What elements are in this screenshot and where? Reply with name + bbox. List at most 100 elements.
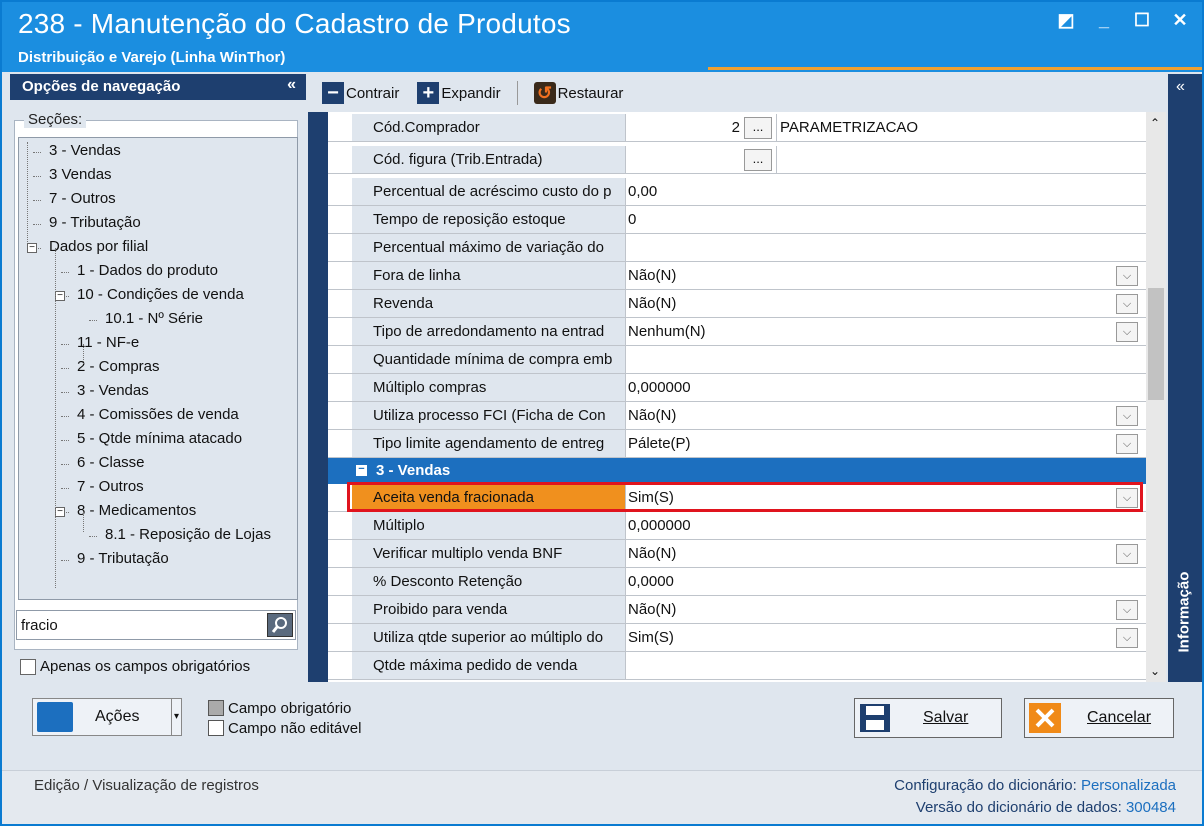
scroll-up-icon[interactable]: ⌃ <box>1150 116 1160 130</box>
chevron-down-icon[interactable]: ⌵ <box>1116 294 1138 314</box>
section-collapse-icon[interactable]: − <box>356 464 367 476</box>
maximize-button[interactable]: ☐ <box>1132 10 1152 30</box>
chevron-down-icon[interactable]: ⌵ <box>1116 322 1138 342</box>
checkbox-box[interactable] <box>20 658 36 675</box>
grid-row-value[interactable]: Sim(S) ⌵ <box>626 624 1146 651</box>
grid-row[interactable]: Utiliza processo FCI (Ficha de Con Não(N)… <box>328 402 1146 430</box>
contrair-button[interactable]: − Contrair <box>316 80 405 106</box>
grid-row-value[interactable]: Não(N) ⌵ <box>626 402 1146 429</box>
tree-item[interactable]: 6 - Classe <box>77 454 145 471</box>
tree-item[interactable]: 3 Vendas <box>49 166 112 183</box>
grid-row[interactable]: Tempo de reposição estoque 0 <box>328 206 1146 234</box>
grid-row[interactable]: Proibido para venda Não(N) ⌵ <box>328 596 1146 624</box>
chevron-down-icon[interactable]: ⌵ <box>1116 628 1138 648</box>
restaurar-button[interactable]: ↺ Restaurar <box>528 80 630 106</box>
window-controls: ◩ _ ☐ ✕ <box>1056 10 1190 30</box>
chevron-down-icon[interactable]: ⌵ <box>1116 266 1138 286</box>
grid-row[interactable]: Verificar multiplo venda BNF Não(N) ⌵ <box>328 540 1146 568</box>
grid-row-value-text: Pálete(P) <box>628 435 691 452</box>
minimize-button[interactable]: _ <box>1094 10 1114 30</box>
tree-item[interactable]: 10 - Condições de venda <box>77 286 244 303</box>
chevron-down-icon[interactable]: ⌵ <box>1116 406 1138 426</box>
grid-row[interactable]: Múltiplo 0,000000 <box>328 512 1146 540</box>
section-header[interactable]: −3 - Vendas <box>328 458 1146 484</box>
lookup-button[interactable]: ... <box>744 117 772 139</box>
grid-row-value[interactable] <box>626 346 1146 373</box>
sections-tree[interactable]: 3 - Vendas 3 Vendas 7 - Outros 9 - Tributaç… <box>18 137 298 600</box>
tree-item[interactable]: 11 - NF-e <box>77 334 139 351</box>
collapse-nav-icon[interactable]: « <box>287 76 296 94</box>
chevron-down-icon[interactable]: ⌵ <box>1116 434 1138 454</box>
grid-row-value[interactable]: 0,00 <box>626 178 1146 205</box>
value-separator <box>776 146 777 173</box>
tree-item[interactable]: 1 - Dados do produto <box>77 262 218 279</box>
tree-collapse-icon[interactable]: − <box>55 291 65 301</box>
grid-row-value[interactable]: Não(N) ⌵ <box>626 540 1146 567</box>
tree-item[interactable]: 2 - Compras <box>77 358 160 375</box>
grid-row[interactable]: Tipo de arredondamento na entrad Nenhum(N… <box>328 318 1146 346</box>
chevron-down-icon[interactable]: ⌵ <box>1116 600 1138 620</box>
grid-row[interactable]: Tipo limite agendamento de entreg Pálete(… <box>328 430 1146 458</box>
tree-collapse-icon[interactable]: − <box>27 243 37 253</box>
grid-row[interactable]: Cód. figura (Trib.Entrada)... <box>328 146 1146 174</box>
grid-row-value[interactable]: 2... PARAMETRIZACAO <box>626 114 1146 141</box>
grid-row[interactable]: Quantidade mínima de compra emb <box>328 346 1146 374</box>
search-field[interactable]: fracio <box>16 610 296 640</box>
grid-row-value[interactable]: Nenhum(N) ⌵ <box>626 318 1146 345</box>
grid-row[interactable]: Utiliza qtde superior ao múltiplo do Sim(… <box>328 624 1146 652</box>
grid-row-value[interactable] <box>626 234 1146 261</box>
grid-row-value[interactable]: Pálete(P) ⌵ <box>626 430 1146 457</box>
tree-item[interactable]: 7 - Outros <box>49 190 116 207</box>
grid-row[interactable]: Percentual de acréscimo custo do p 0,00 <box>328 178 1146 206</box>
grid-row-value[interactable]: Não(N) ⌵ <box>626 596 1146 623</box>
grid-row-value[interactable]: 0,000000 <box>626 374 1146 401</box>
scroll-down-icon[interactable]: ⌄ <box>1150 664 1160 678</box>
grid-row[interactable]: Múltiplo compras 0,000000 <box>328 374 1146 402</box>
expandir-button[interactable]: + Expandir <box>411 80 506 106</box>
grid-row-value[interactable] <box>626 652 1146 679</box>
search-input[interactable]: fracio <box>21 617 58 634</box>
search-button[interactable] <box>267 613 293 637</box>
tree-item[interactable]: 4 - Comissões de venda <box>77 406 239 423</box>
chevron-down-icon[interactable]: ⌵ <box>1116 544 1138 564</box>
grid-row[interactable]: Cód.Comprador 2... PARAMETRIZACAO <box>328 114 1146 142</box>
grid-body: Cód.Comprador 2... PARAMETRIZACAO Cód. figu… <box>328 112 1146 682</box>
tree-item[interactable]: 8.1 - Reposição de Lojas <box>105 526 271 543</box>
tree-item[interactable]: 5 - Qtde mínima atacado <box>77 430 242 447</box>
tree-item[interactable]: 8 - Medicamentos <box>77 502 196 519</box>
nav-header: Opções de navegação « <box>10 74 306 100</box>
tree-item[interactable]: 9 - Tributação <box>49 214 141 231</box>
tree-item[interactable]: 3 - Vendas <box>77 382 149 399</box>
grid-scrollbar[interactable]: ⌃ ⌄ <box>1146 112 1166 682</box>
acoes-button[interactable]: Ações ▾ <box>32 698 182 736</box>
grid-row[interactable]: % Desconto Retenção 0,0000 <box>328 568 1146 596</box>
dropdown-arrow-icon[interactable]: ▾ <box>171 699 181 735</box>
grid-row-value[interactable]: 0,000000 <box>626 512 1146 539</box>
grid-row-value[interactable]: ... <box>626 146 1146 173</box>
close-button[interactable]: ✕ <box>1170 10 1190 30</box>
collapse-info-icon[interactable]: « <box>1176 78 1185 96</box>
tree-item[interactable]: 9 - Tributação <box>77 550 169 567</box>
info-tab-label[interactable]: Informação <box>1176 572 1193 653</box>
salvar-button[interactable]: Salvar <box>854 698 1002 738</box>
tree-item[interactable]: 3 - Vendas <box>49 142 121 159</box>
grid-row[interactable]: Fora de linha Não(N) ⌵ <box>328 262 1146 290</box>
status-bar: Edição / Visualização de registros Confi… <box>2 770 1202 824</box>
tree-item[interactable]: Dados por filial <box>49 238 148 255</box>
grid-row-value[interactable]: Não(N) ⌵ <box>626 290 1146 317</box>
grid-row-value[interactable]: 0 <box>626 206 1146 233</box>
restore-layout-icon[interactable]: ◩ <box>1056 10 1076 30</box>
grid-row[interactable]: Percentual máximo de variação do <box>328 234 1146 262</box>
tree-item[interactable]: 7 - Outros <box>77 478 144 495</box>
tree-connector <box>61 488 69 489</box>
only-required-checkbox[interactable]: Apenas os campos obrigatórios <box>20 658 250 675</box>
lookup-button[interactable]: ... <box>744 149 772 171</box>
tree-item[interactable]: 10.1 - Nº Série <box>105 310 203 327</box>
cancelar-button[interactable]: Cancelar <box>1024 698 1174 738</box>
grid-row-value[interactable]: Não(N) ⌵ <box>626 262 1146 289</box>
grid-row[interactable]: Revenda Não(N) ⌵ <box>328 290 1146 318</box>
scroll-thumb[interactable] <box>1148 288 1164 400</box>
grid-row[interactable]: Qtde máxima pedido de venda <box>328 652 1146 680</box>
tree-collapse-icon[interactable]: − <box>55 507 65 517</box>
grid-row-value[interactable]: 0,0000 <box>626 568 1146 595</box>
